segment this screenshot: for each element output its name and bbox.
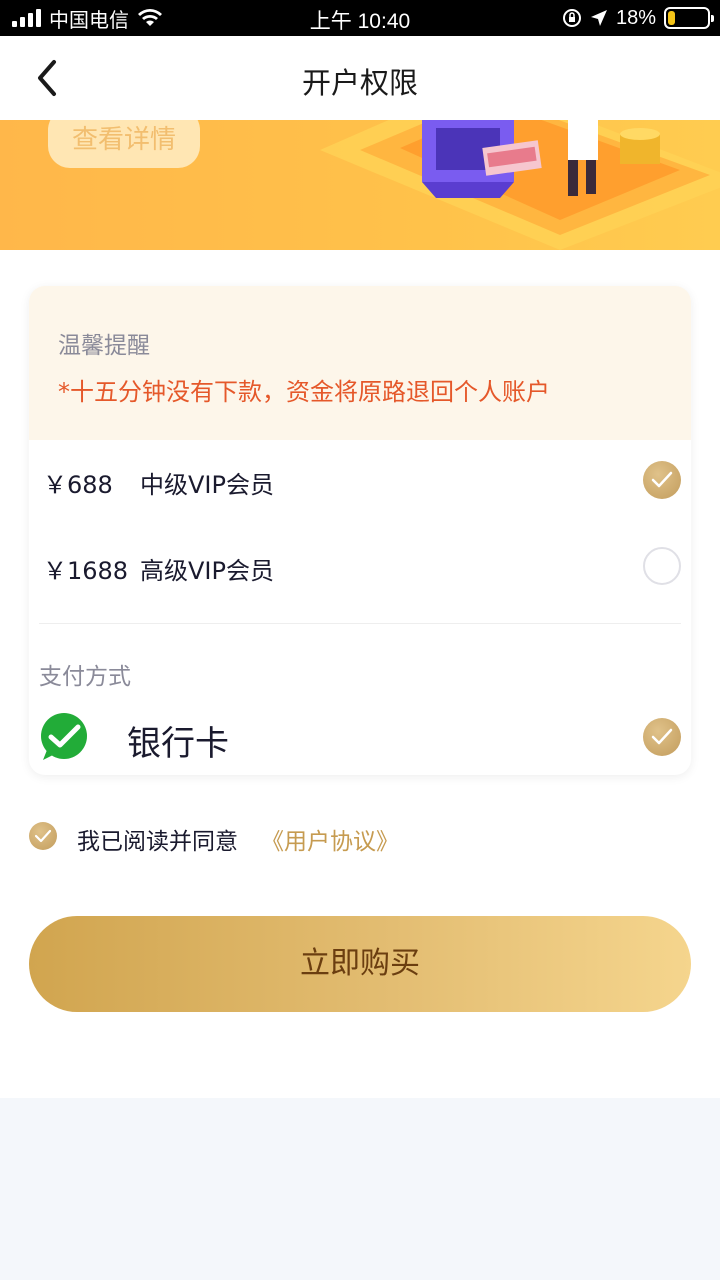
location-icon bbox=[590, 10, 607, 26]
status-bar: 中国电信 上午 10:40 18% bbox=[0, 0, 720, 36]
wechat-pay-icon bbox=[41, 713, 87, 760]
radio-checked-icon[interactable] bbox=[643, 718, 681, 756]
agreement-row: 我已阅读并同意 《用户协议》 bbox=[29, 820, 529, 856]
nav-bar: 开户权限 bbox=[0, 36, 720, 120]
banner-details-button[interactable]: 查看详情 bbox=[48, 120, 200, 168]
buy-now-button[interactable]: 立即购买 bbox=[29, 916, 691, 1012]
radio-unchecked-icon[interactable] bbox=[643, 547, 681, 585]
agreement-text: 我已阅读并同意 bbox=[77, 829, 238, 855]
rotation-lock-icon bbox=[562, 9, 581, 27]
plan-name: 中级VIP会员 bbox=[140, 471, 274, 499]
plan-option-advanced[interactable]: ￥1688 高级VIP会员 bbox=[29, 531, 691, 601]
payment-option-bank-card[interactable]: 银行卡 bbox=[29, 704, 691, 772]
notice-box: 温馨提醒 *十五分钟没有下款，资金将原路退回个人账户 bbox=[29, 286, 691, 440]
payment-method-label: 支付方式 bbox=[39, 664, 131, 690]
battery-icon bbox=[664, 7, 714, 29]
plan-price: ￥1688 bbox=[43, 557, 129, 585]
radio-checked-icon[interactable] bbox=[643, 461, 681, 499]
payment-method-name: 银行卡 bbox=[127, 724, 229, 764]
notice-text: *十五分钟没有下款，资金将原路退回个人账户 bbox=[58, 378, 550, 406]
promo-banner[interactable]: 查看详情 bbox=[0, 120, 720, 250]
user-agreement-link[interactable]: 《用户协议》 bbox=[261, 822, 399, 856]
notice-title: 温馨提醒 bbox=[58, 333, 150, 359]
main-content: 温馨提醒 *十五分钟没有下款，资金将原路退回个人账户 ￥688 中级VIP会员 … bbox=[0, 250, 720, 1098]
purchase-card: 温馨提醒 *十五分钟没有下款，资金将原路退回个人账户 ￥688 中级VIP会员 … bbox=[29, 286, 691, 775]
battery-percent: 18% bbox=[615, 6, 656, 29]
divider bbox=[39, 623, 681, 624]
plan-option-intermediate[interactable]: ￥688 中级VIP会员 bbox=[29, 445, 691, 515]
agreement-checkbox[interactable] bbox=[29, 822, 57, 850]
status-right: 18% bbox=[562, 5, 714, 31]
plan-price: ￥688 bbox=[43, 471, 113, 499]
page-title: 开户权限 bbox=[301, 66, 418, 100]
battery-fill bbox=[668, 11, 675, 25]
plan-name: 高级VIP会员 bbox=[140, 557, 274, 585]
